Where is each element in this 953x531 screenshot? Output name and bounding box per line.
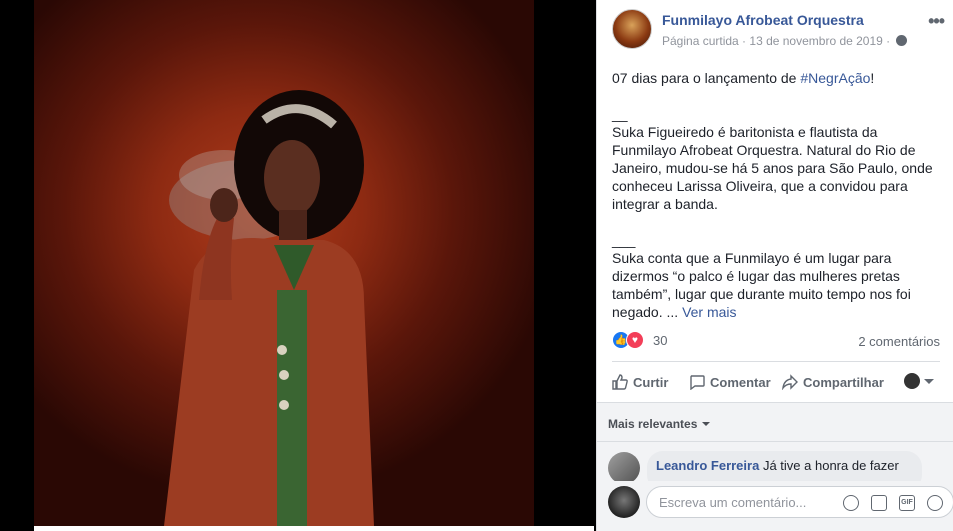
sort-label: Mais relevantes: [608, 417, 698, 431]
sticker-icon[interactable]: [927, 495, 943, 511]
photo-bottom-strip: [34, 526, 594, 531]
share-button[interactable]: Compartilhar: [782, 374, 884, 390]
chevron-down-icon: [924, 379, 934, 384]
globe-icon: [895, 35, 907, 46]
comment-text: Já tive a honra de fazer: [762, 458, 899, 473]
more-options-icon[interactable]: •••: [928, 11, 945, 32]
like-label: Curtir: [633, 375, 669, 390]
hashtag-link[interactable]: #NegrAção: [800, 70, 870, 86]
page-name-link[interactable]: Funmilayo Afrobeat Orquestra: [662, 12, 864, 28]
current-user-avatar: [608, 486, 640, 518]
comment-bubble: Leandro Ferreira Já tive a honra de faze…: [647, 451, 922, 481]
comment-item: Leandro Ferreira Já tive a honra de faze…: [608, 451, 948, 481]
divider-top: [612, 361, 940, 362]
post-side-panel: Funmilayo Afrobeat Orquestra Página curt…: [596, 0, 953, 531]
comment-placeholder: Escreva um comentário...: [659, 495, 807, 510]
post-text: 07 dias para o lançamento de #NegrAção! …: [612, 69, 942, 339]
comment-author-link[interactable]: Leandro Ferreira: [656, 458, 759, 473]
post-stats: 👍 ♥ 30 2 comentários: [612, 330, 940, 352]
comment-composer: Escreva um comentário... GIF: [608, 485, 953, 519]
photo-figure: [164, 90, 374, 526]
paragraph-2: Suka conta que a Funmilayo é um lugar pa…: [612, 250, 911, 320]
divider-comments: [597, 441, 953, 442]
see-more-link[interactable]: Ver mais: [682, 304, 736, 320]
like-button[interactable]: Curtir: [612, 374, 668, 390]
post-date-link[interactable]: 13 de novembro de 2019: [749, 34, 882, 48]
share-label: Compartilhar: [803, 375, 884, 390]
post-meta: Página curtida · 13 de novembro de 2019 …: [662, 34, 907, 48]
comment-sort-dropdown[interactable]: Mais relevantes: [608, 417, 711, 431]
intro-end: !: [870, 70, 875, 86]
love-reaction-icon[interactable]: ♥: [626, 331, 644, 349]
intro-text: 07 dias para o lançamento de: [612, 70, 801, 86]
page-liked-status: Página curtida: [662, 34, 739, 48]
comment-input[interactable]: Escreva um comentário... GIF: [646, 486, 953, 518]
thumbs-up-icon: [612, 374, 628, 390]
meta-separator: ·: [738, 34, 750, 48]
profile-mini-avatar: [904, 373, 920, 389]
separator-line-1: __: [612, 106, 628, 122]
commenter-avatar[interactable]: [608, 452, 640, 481]
meta-separator-2: ·: [882, 34, 894, 48]
post-viewer: Funmilayo Afrobeat Orquestra Página curt…: [0, 0, 953, 531]
comment-label: Comentar: [710, 375, 771, 390]
photo-image: [34, 0, 534, 526]
chevron-down-icon: [702, 422, 711, 426]
post-actions: Curtir Comentar Compartilhar: [612, 368, 940, 396]
paragraph-1: Suka Figueiredo é baritonista e flautist…: [612, 124, 933, 212]
reaction-count[interactable]: 30: [653, 333, 667, 348]
comment-as-selector[interactable]: [904, 373, 934, 389]
emoji-icon[interactable]: [843, 495, 859, 511]
post-header: Funmilayo Afrobeat Orquestra Página curt…: [612, 9, 945, 53]
post-photo[interactable]: [0, 0, 596, 531]
camera-icon[interactable]: [871, 495, 887, 511]
comments-count-link[interactable]: 2 comentários: [858, 334, 940, 349]
separator-line-2: ___: [612, 232, 636, 248]
comment-button[interactable]: Comentar: [689, 374, 771, 390]
page-avatar[interactable]: [612, 9, 652, 49]
speech-bubble-icon: [690, 375, 705, 390]
share-arrow-icon: [782, 374, 798, 390]
gif-icon[interactable]: GIF: [899, 495, 915, 511]
